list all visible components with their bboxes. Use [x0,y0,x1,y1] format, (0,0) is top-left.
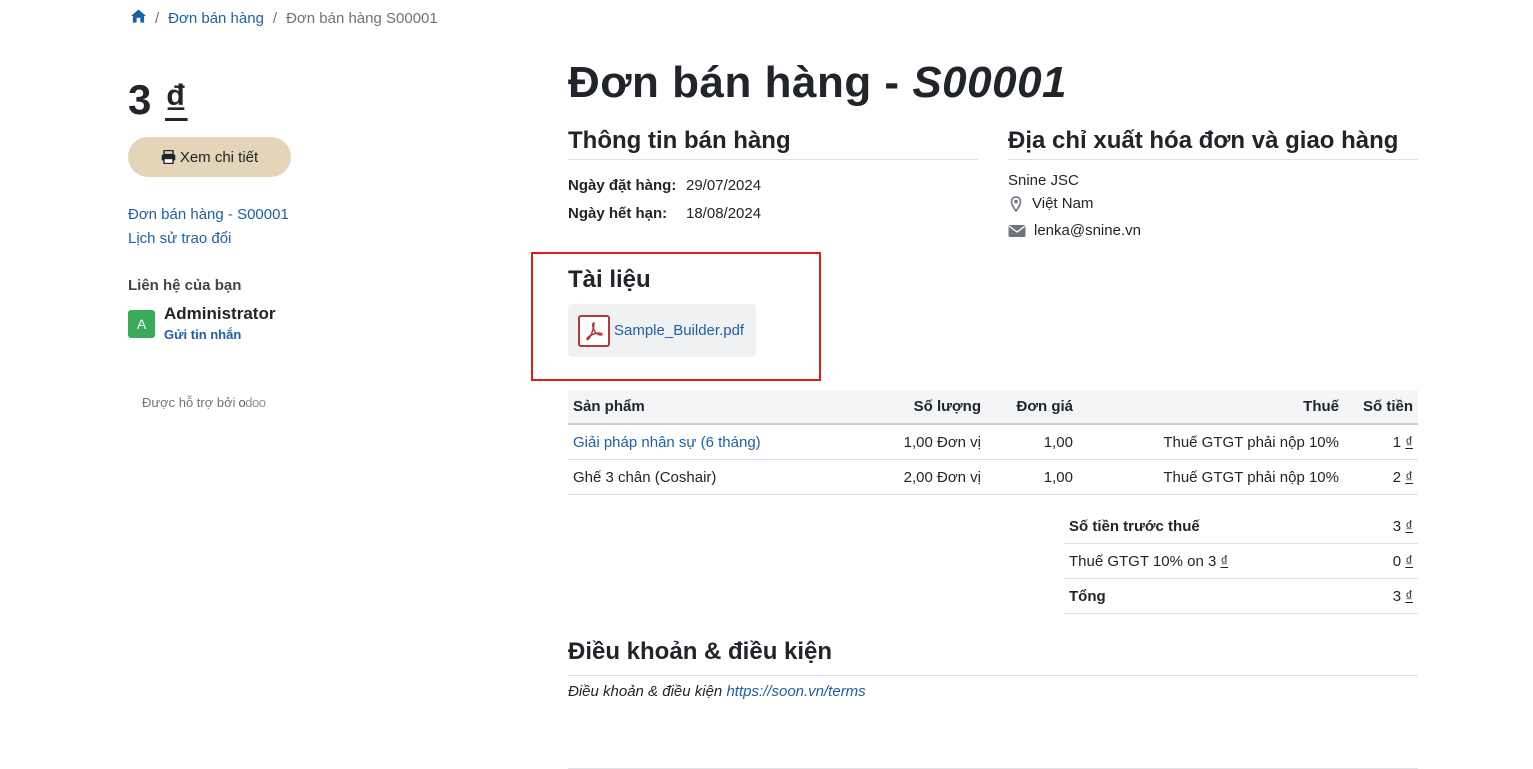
breadcrumb-separator: / [272,9,278,27]
product-name: Ghế 3 chân (Coshair) [568,459,868,495]
col-tax: Thuế [1078,390,1344,425]
line-unit-price: 1,00 [986,424,1078,460]
line-tax: Thuế GTGT phải nộp 10% [1078,459,1344,495]
line-tax: Thuế GTGT phải nộp 10% [1078,424,1344,460]
line-unit-price: 1,00 [986,459,1078,495]
odoo-logo[interactable]: odoo [239,395,266,410]
view-details-button[interactable]: Xem chi tiết [128,137,291,177]
expiry-date-value: 18/08/2024 [686,205,762,222]
divider [568,159,978,160]
amount-currency: ₫ [165,76,188,123]
line-amount: 1 ₫ [1344,424,1418,460]
untaxed-label: Số tiền trước thuế [1064,509,1365,544]
breadcrumb: / Đơn bán hàng / Đơn bán hàng S00001 [131,8,438,28]
breadcrumb-sales-orders[interactable]: Đơn bán hàng [168,10,264,27]
address-country: Việt Nam [1032,195,1094,212]
tax-value: 0 ₫ [1364,543,1418,579]
amount-value: 3 [128,76,153,123]
envelope-icon [1008,224,1026,237]
divider [1008,159,1418,160]
print-icon [161,150,176,164]
total-label: Tổng [1064,578,1365,614]
view-details-label: Xem chi tiết [179,148,259,166]
divider [568,675,1418,676]
order-amount: 3 ₫ [128,76,188,124]
powered-by: Được hỗ trợ bởi odoo [142,395,266,410]
send-message-link[interactable]: Gửi tin nhắn [164,327,241,342]
address-email-row: lenka@snine.vn [1008,219,1141,242]
title-reference: S00001 [912,58,1068,107]
contact-section-title: Liên hệ của bạn [128,277,242,294]
address-title: Địa chỉ xuất hóa đơn và giao hàng [1008,127,1399,154]
line-amount: 2 ₫ [1344,459,1418,495]
terms-text: Điều khoản & điều kiện https://soon.vn/t… [568,683,866,700]
tax-row: Thuế GTGT 10% on 3 ₫ 0 ₫ [1064,543,1418,579]
untaxed-value: 3 ₫ [1364,509,1418,544]
document-attachment[interactable]: Sample_Builder.pdf [568,304,756,357]
address-country-row: Việt Nam [1008,192,1141,215]
address-company: Snine JSC [1008,172,1079,189]
col-amount: Số tiền [1344,390,1418,425]
expiry-date-row: Ngày hết hạn: 18/08/2024 [568,205,761,222]
map-marker-icon [1010,195,1022,212]
sidebar-link-order[interactable]: Đơn bán hàng - S00001 [128,203,289,227]
order-date-label: Ngày đặt hàng: [568,177,677,194]
sidebar-links: Đơn bán hàng - S00001 Lịch sử trao đổi [128,203,289,251]
contact-name: Administrator [164,304,276,323]
col-quantity: Số lượng [868,390,986,425]
product-link[interactable]: Giải pháp nhân sự (6 tháng) [573,434,761,451]
sales-info-title: Thông tin bán hàng [568,127,791,154]
pdf-file-icon [578,314,610,347]
document-filename: Sample_Builder.pdf [614,322,745,339]
tax-label: Thuế GTGT 10% on 3 ₫ [1064,543,1365,579]
breadcrumb-current: Đơn bán hàng S00001 [286,9,438,27]
page-title: Đơn bán hàng - S00001 [568,58,1067,108]
table-row: Ghế 3 chân (Coshair) 2,00 Đơn vị 1,00 Th… [568,459,1418,495]
table-header-row: Sản phẩm Số lượng Đơn giá Thuế Số tiền [568,390,1418,425]
table-row: Giải pháp nhân sự (6 tháng) 1,00 Đơn vị … [568,424,1418,460]
powered-by-text: Được hỗ trợ bởi [142,395,236,410]
sidebar-link-history[interactable]: Lịch sử trao đổi [128,227,289,251]
untaxed-row: Số tiền trước thuế 3 ₫ [1064,509,1418,544]
order-date-value: 29/07/2024 [686,177,762,194]
terms-title: Điều khoản & điều kiện [568,638,833,665]
address-block: Snine JSC Việt Nam lenka@snine.vn [1008,169,1141,242]
total-value: 3 ₫ [1364,578,1418,614]
totals-table: Số tiền trước thuế 3 ₫ Thuế GTGT 10% on … [1064,509,1418,614]
order-date-row: Ngày đặt hàng: 29/07/2024 [568,177,761,194]
documents-title: Tài liệu [568,266,651,293]
address-email: lenka@snine.vn [1034,222,1141,239]
breadcrumb-separator: / [155,9,160,27]
home-link[interactable] [131,9,146,27]
col-product: Sản phẩm [568,390,868,425]
home-icon [131,9,146,23]
terms-link[interactable]: https://soon.vn/terms [726,683,865,700]
total-row: Tổng 3 ₫ [1064,578,1418,614]
line-quantity: 1,00 Đơn vị [868,424,986,460]
expiry-date-label: Ngày hết hạn: [568,205,668,222]
avatar: A [128,310,155,338]
title-prefix: Đơn bán hàng - [568,58,913,107]
line-quantity: 2,00 Đơn vị [868,459,986,495]
order-lines-table: Sản phẩm Số lượng Đơn giá Thuế Số tiền G… [568,390,1418,495]
col-unit-price: Đơn giá [986,390,1078,425]
